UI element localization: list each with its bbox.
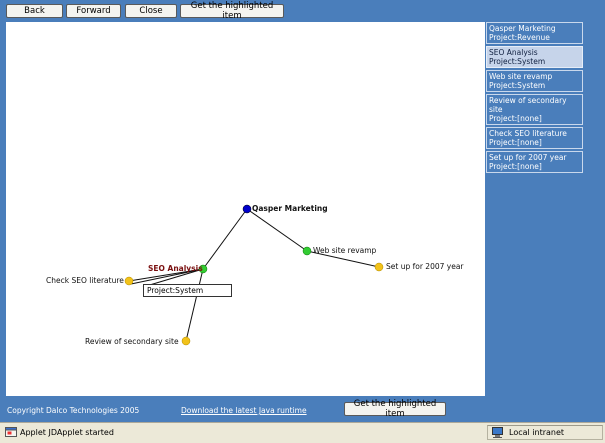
label-check-seo-literature[interactable]: Check SEO literature — [46, 276, 124, 285]
list-item-project: Project:[none] — [489, 162, 542, 171]
list-item-project: Project:Revenue — [489, 33, 550, 42]
applet-status-icon — [5, 427, 17, 437]
node-check-seo-literature[interactable] — [124, 276, 134, 286]
node-web-site-revamp[interactable] — [302, 246, 312, 256]
label-root[interactable]: Qasper Marketing — [252, 204, 328, 213]
list-item-project: Project:[none] — [489, 138, 542, 147]
list-item-review-secondary-site[interactable]: Review of secondary site Project:[none] — [486, 94, 583, 125]
list-item-name: SEO Analysis — [489, 48, 538, 57]
forward-button[interactable]: Forward — [66, 4, 121, 18]
list-item-name: Set up for 2007 year — [489, 153, 567, 162]
edge-root-web — [246, 208, 308, 252]
list-item-web-site-revamp[interactable]: Web site revamp Project:System — [486, 70, 583, 92]
node-root[interactable] — [242, 204, 252, 214]
label-seo-analysis[interactable]: SEO Analysis — [148, 264, 203, 273]
download-java-link[interactable]: Download the latest Java runtime — [181, 406, 307, 415]
label-set-up-2007[interactable]: Set up for 2007 year — [386, 262, 464, 271]
list-item-name: Web site revamp — [489, 72, 553, 81]
status-text: Applet JDApplet started — [20, 428, 114, 437]
node-set-up-2007[interactable] — [374, 262, 384, 272]
status-zone: Local intranet — [487, 425, 603, 440]
graph-canvas[interactable]: Qasper Marketing SEO Analysis Web site r… — [6, 22, 485, 396]
close-button[interactable]: Close — [125, 4, 177, 18]
graph-edges — [124, 204, 384, 346]
back-button[interactable]: Back — [6, 4, 63, 18]
get-highlighted-item-button[interactable]: Get the highlighted item — [180, 1, 284, 21]
list-item-name: Qasper Marketing — [489, 24, 556, 33]
intranet-computer-icon — [492, 427, 503, 438]
status-main: Applet JDApplet started — [3, 425, 483, 440]
list-item-project: Project:[none] — [489, 114, 542, 123]
label-web-site-revamp[interactable]: Web site revamp — [313, 246, 376, 255]
list-item-seo-analysis[interactable]: SEO Analysis Project:System — [486, 46, 583, 68]
list-item-name: Review of secondary site — [489, 96, 567, 114]
footer-get-highlighted-item-button[interactable]: Get the highlighted item — [344, 399, 446, 419]
node-tooltip: Project:System — [143, 284, 232, 297]
browser-status-bar: Applet JDApplet started Local intranet — [0, 422, 605, 443]
list-item-name: Check SEO literature — [489, 129, 567, 138]
label-review-secondary-site[interactable]: Review of secondary site — [85, 337, 179, 346]
list-item-set-up-2007[interactable]: Set up for 2007 year Project:[none] — [486, 151, 583, 173]
list-item-qasper-marketing[interactable]: Qasper Marketing Project:Revenue — [486, 22, 583, 44]
edge-seo-review — [185, 268, 204, 342]
node-review-secondary-site[interactable] — [181, 336, 191, 346]
zone-text: Local intranet — [509, 428, 565, 437]
applet-footer: Copyright Dalco Technologies 2005 Downlo… — [0, 399, 488, 420]
copyright-text: Copyright Dalco Technologies 2005 — [7, 406, 140, 415]
list-item-check-seo-literature[interactable]: Check SEO literature Project:[none] — [486, 127, 583, 149]
list-item-project: Project:System — [489, 57, 546, 66]
item-list: Qasper Marketing Project:Revenue SEO Ana… — [486, 22, 583, 175]
list-item-project: Project:System — [489, 81, 546, 90]
edge-root-seo — [202, 208, 248, 270]
